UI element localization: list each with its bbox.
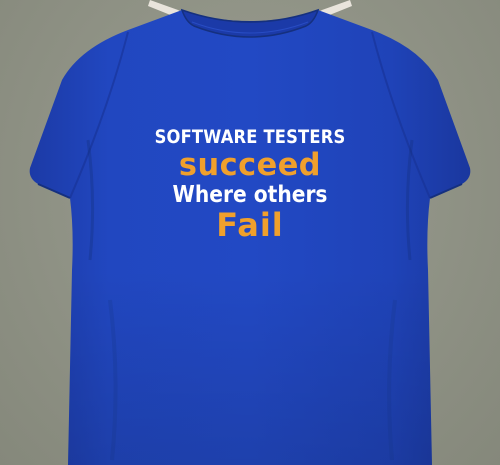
shirt-print-text: SOFTWARE TESTERS succeed Where others Fa… (130, 122, 370, 244)
print-line-fail: Fail (216, 206, 284, 244)
print-line-software-testers: SOFTWARE TESTERS (154, 126, 346, 148)
print-line-where-others: Where others (172, 182, 328, 208)
print-line-succeed: succeed (178, 147, 322, 183)
product-photo: SOFTWARE TESTERS succeed Where others Fa… (0, 0, 500, 465)
